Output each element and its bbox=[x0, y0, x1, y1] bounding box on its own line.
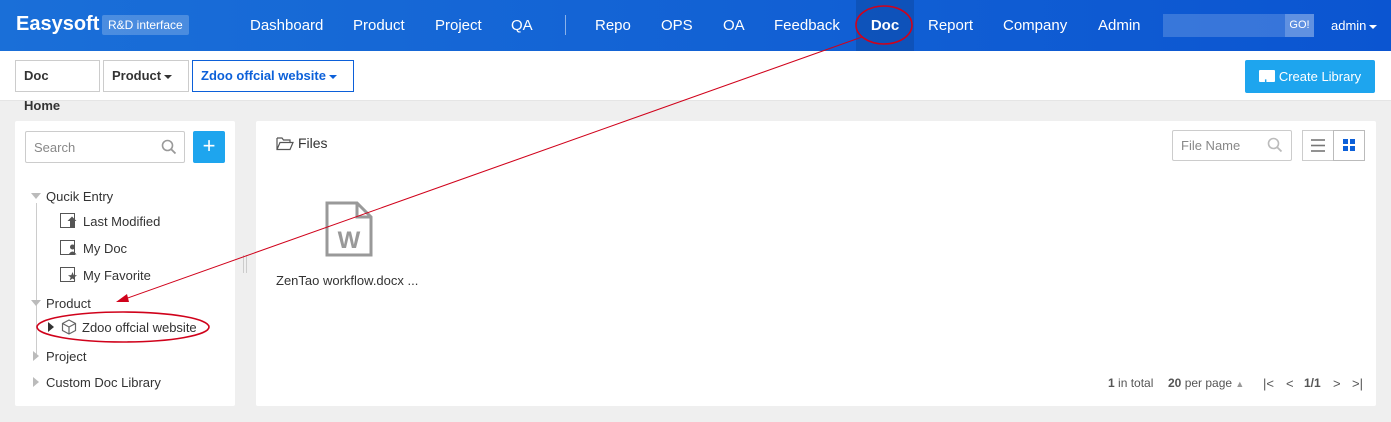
tree-expand-icon[interactable] bbox=[33, 377, 39, 387]
nav-feedback[interactable]: Feedback bbox=[774, 0, 840, 51]
breadcrumb-doc-home[interactable]: Doc Home bbox=[15, 60, 100, 113]
nav-repo[interactable]: Repo bbox=[595, 0, 631, 51]
last-modified-icon bbox=[60, 213, 77, 228]
pager-total: 1 in total bbox=[1108, 376, 1153, 390]
nav-doc[interactable]: Doc bbox=[856, 0, 914, 51]
brand-name[interactable]: Easysoft bbox=[16, 13, 99, 36]
grid-view-button[interactable] bbox=[1333, 130, 1365, 161]
next-page-button[interactable]: > bbox=[1333, 376, 1341, 391]
nav-oa[interactable]: OA bbox=[723, 0, 745, 51]
grid-icon bbox=[1343, 139, 1355, 151]
user-menu[interactable]: admin bbox=[1331, 0, 1378, 51]
file-type-label: W bbox=[338, 227, 361, 254]
search-icon[interactable] bbox=[1267, 137, 1283, 153]
tree-expand-icon[interactable] bbox=[31, 193, 41, 199]
file-name[interactable]: ZenTao workflow.docx ... bbox=[276, 273, 426, 288]
create-library-label: Create Library bbox=[1278, 69, 1362, 84]
tree-item-my-favorite[interactable]: My Favorite bbox=[83, 268, 151, 283]
nav-admin[interactable]: Admin bbox=[1098, 0, 1141, 51]
pager-per-page-label: per page bbox=[1184, 376, 1233, 390]
tree-node-custom-library[interactable]: Custom Doc Library bbox=[46, 375, 161, 390]
files-panel: Files W ZenTao workflow.docx ... 1 in to… bbox=[256, 121, 1376, 406]
tree-expand-icon[interactable] bbox=[31, 300, 41, 306]
doc-tree: Qucik Entry Last Modified My Doc My Favo… bbox=[15, 121, 235, 406]
breadcrumb-product-label: Product bbox=[112, 68, 162, 83]
prev-page-button[interactable]: < bbox=[1286, 376, 1294, 391]
chevron-down-icon bbox=[328, 74, 337, 79]
star-icon bbox=[60, 267, 77, 282]
breadcrumb-current[interactable]: Zdoo offcial website bbox=[192, 60, 354, 92]
folder-open-icon bbox=[276, 137, 294, 151]
tree-item-zdoo-website[interactable]: Zdoo offcial website bbox=[82, 320, 197, 335]
list-view-button[interactable] bbox=[1302, 130, 1334, 161]
interface-tag: R&D interface bbox=[102, 15, 189, 35]
tree-item-last-modified[interactable]: Last Modified bbox=[83, 214, 160, 229]
list-icon bbox=[1311, 139, 1325, 152]
pager-total-label: in total bbox=[1118, 376, 1154, 390]
page-title: Files bbox=[276, 135, 328, 151]
nav-project[interactable]: Project bbox=[435, 0, 482, 51]
create-library-button[interactable]: Create Library bbox=[1245, 60, 1375, 99]
tree-node-project[interactable]: Project bbox=[46, 349, 86, 364]
word-file-icon: W bbox=[325, 201, 373, 257]
top-navbar: Easysoft R&D interface Dashboard Product… bbox=[0, 0, 1391, 51]
tree-item-my-doc[interactable]: My Doc bbox=[83, 241, 127, 256]
sort-up-icon: ▲ bbox=[1235, 379, 1245, 389]
pager-per-page[interactable]: 20 per page ▲ bbox=[1168, 376, 1244, 390]
breadcrumb-product[interactable]: Product bbox=[103, 60, 189, 92]
first-page-button[interactable]: |< bbox=[1263, 376, 1274, 391]
cube-icon bbox=[61, 319, 77, 335]
chevron-down-icon bbox=[1369, 24, 1378, 29]
sidebar: + Qucik Entry Last Modified My Doc My Fa… bbox=[15, 121, 235, 406]
nav-separator bbox=[565, 15, 566, 35]
nav-dashboard[interactable]: Dashboard bbox=[250, 0, 323, 51]
tree-node-quick-entry[interactable]: Qucik Entry bbox=[46, 189, 113, 204]
user-name: admin bbox=[1331, 18, 1367, 33]
nav-report[interactable]: Report bbox=[928, 0, 973, 51]
pager-total-count: 1 bbox=[1108, 376, 1115, 390]
my-doc-icon bbox=[60, 240, 77, 255]
pager-per-page-count: 20 bbox=[1168, 376, 1182, 390]
tree-expand-icon[interactable] bbox=[33, 351, 39, 361]
breadcrumb-current-label: Zdoo offcial website bbox=[201, 68, 326, 83]
go-button[interactable]: GO! bbox=[1285, 14, 1314, 37]
pager-current-page: 1/1 bbox=[1304, 376, 1321, 390]
nav-product[interactable]: Product bbox=[353, 0, 405, 51]
chevron-down-icon bbox=[164, 74, 173, 79]
tree-node-product[interactable]: Product bbox=[46, 296, 91, 311]
nav-company[interactable]: Company bbox=[1003, 0, 1067, 51]
breadcrumb: Doc Home Product Zdoo offcial website Cr… bbox=[0, 51, 1391, 113]
nav-qa[interactable]: QA bbox=[511, 0, 533, 51]
panel-splitter[interactable] bbox=[243, 255, 247, 273]
files-title-label: Files bbox=[298, 135, 328, 151]
global-search-input[interactable] bbox=[1163, 14, 1285, 37]
nav-ops[interactable]: OPS bbox=[661, 0, 693, 51]
tree-expand-icon[interactable] bbox=[48, 322, 54, 332]
file-card[interactable]: W ZenTao workflow.docx ... bbox=[276, 201, 426, 291]
last-page-button[interactable]: >| bbox=[1352, 376, 1363, 391]
folder-add-icon bbox=[1258, 66, 1275, 99]
